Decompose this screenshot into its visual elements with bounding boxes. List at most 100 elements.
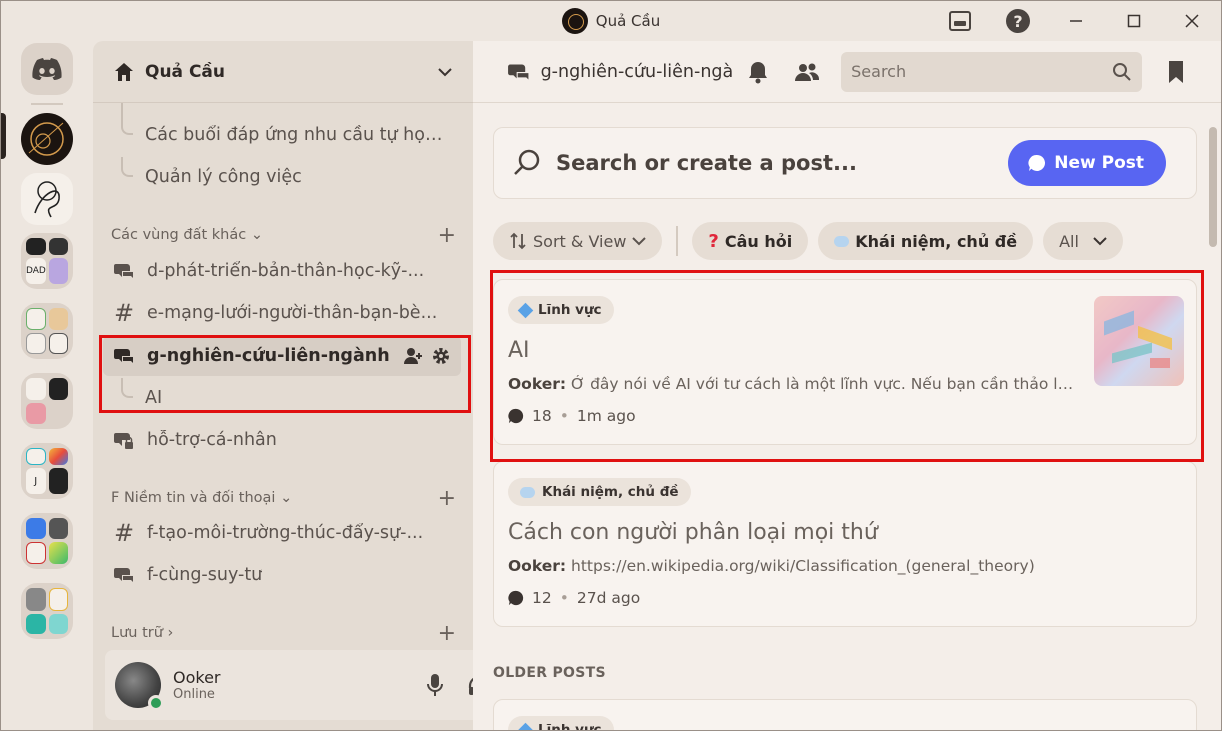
folder-4-icon-c: J [26, 468, 46, 494]
category-label: Lưu trữ › [111, 625, 174, 641]
post-thumbnail-image[interactable] [1094, 296, 1184, 386]
chevron-down-icon [632, 236, 647, 245]
folder-6-icon-a [26, 588, 46, 611]
post-excerpt: Ooker: Ở đây nói về AI với tư cách là mộ… [508, 375, 1078, 393]
home-icon [115, 62, 133, 81]
microphone-icon [427, 674, 443, 696]
channel-d-phat-trien[interactable]: d-phát-triển-bản-thân-học-kỹ-... [103, 251, 461, 291]
sort-view-label: Sort & View [533, 231, 627, 251]
category-cac-vung-dat-khac[interactable]: Các vùng đất khác ⌄ + [111, 223, 456, 248]
category-luu-tru[interactable]: Lưu trữ › + [111, 621, 456, 646]
microphone-button[interactable] [413, 663, 457, 707]
server-folder-3[interactable] [21, 373, 73, 429]
thread-task-management[interactable]: Quản lý công việc [119, 157, 459, 197]
maximize-icon [1127, 14, 1141, 28]
create-post-search-input[interactable]: Search or create a post... New Post [493, 127, 1197, 199]
saved-bookmarks-button[interactable] [1152, 52, 1201, 92]
folder-4-icon-a [26, 448, 46, 465]
minimize-icon [1070, 20, 1082, 22]
channel-f-cung-suy-tu[interactable]: f-cùng-suy-tư [103, 555, 461, 595]
tag-filter-question[interactable]: ? Câu hỏi [692, 222, 809, 260]
minimize-button[interactable] [1047, 1, 1105, 41]
server-rail: DAD J [1, 41, 93, 730]
channel-label: d-phát-triển-bản-thân-học-kỹ-... [147, 261, 425, 281]
chevron-down-icon [438, 67, 452, 76]
member-list-button[interactable] [782, 52, 831, 92]
help-icon: ? [1006, 9, 1030, 33]
create-post-placeholder: Search or create a post... [556, 151, 857, 175]
thread-self-study[interactable]: Các buổi đáp ứng nhu cầu tự học l... [119, 115, 459, 155]
reply-bubble-icon [508, 590, 524, 606]
help-button[interactable]: ? [989, 1, 1047, 41]
folder-2-icon-b [48, 308, 68, 330]
server-logo-icon [561, 8, 588, 34]
folder-3-icon-b [48, 378, 68, 400]
thread-branch [119, 157, 145, 197]
post-card-classification[interactable]: Khái niệm, chủ đề Cách con người phân lo… [493, 461, 1197, 627]
server-folder-1[interactable]: DAD [21, 233, 73, 289]
post-time: 27d ago [576, 589, 641, 607]
search-placeholder: Search [851, 62, 907, 81]
channel-ho-tro-ca-nhan[interactable]: hỗ-trợ-cá-nhân [103, 420, 461, 460]
channel-settings-gear-icon[interactable] [431, 346, 451, 366]
close-button[interactable] [1163, 1, 1221, 41]
header-channel-name: g-nghiên-cứu-liên-ngành [540, 61, 733, 82]
avatar[interactable] [115, 662, 164, 711]
create-channel-plus-icon[interactable]: + [438, 486, 456, 511]
channel-label: e-mạng-lưới-người-thân-bạn-bè... [147, 303, 438, 323]
folder-6-icon-b [48, 588, 68, 611]
server-folder-4[interactable]: J [21, 443, 73, 499]
post-meta: 18 • 1m ago [508, 407, 1182, 425]
direct-messages-button[interactable] [21, 43, 73, 95]
server-qua-cau[interactable] [21, 113, 73, 165]
thread-ai[interactable]: AI [119, 378, 459, 418]
user-info[interactable]: Ooker Online [173, 668, 413, 702]
search-icon [1112, 62, 1131, 81]
folder-5-icon-d [48, 541, 68, 564]
all-tags-dropdown[interactable]: All [1043, 222, 1123, 260]
server-folder-6[interactable] [21, 583, 73, 639]
search-input[interactable]: Search [841, 51, 1142, 92]
reply-bubble-icon [508, 408, 524, 424]
reply-count: 12 [532, 589, 552, 607]
thread-label: Các buổi đáp ứng nhu cầu tự học l... [145, 125, 450, 145]
notification-button[interactable] [733, 52, 782, 92]
tag-filter-concept[interactable]: Khái niệm, chủ đề [818, 222, 1034, 260]
category-niem-tin[interactable]: F Niềm tin và đối thoại ⌄ + [111, 486, 456, 511]
thread-label: AI [145, 388, 163, 408]
server-folder-5[interactable] [21, 513, 73, 569]
sort-view-button[interactable]: Sort & View [493, 222, 663, 260]
app-window: Quả Cầu ? DAD J Quả Cầu Các buổi đáp ứng… [0, 0, 1222, 731]
post-author: Ooker: [508, 557, 567, 575]
thread-branch [119, 115, 145, 155]
server-sketch[interactable] [21, 173, 73, 225]
create-channel-plus-icon[interactable]: + [438, 223, 456, 248]
forum-channel-icon [508, 64, 529, 79]
diamond-icon [517, 302, 534, 318]
post-card-partial[interactable]: Lĩnh vực [493, 699, 1197, 730]
forum-scrollbar[interactable] [1209, 127, 1217, 247]
forum-channel-icon [113, 564, 135, 586]
channel-list: Các buổi đáp ứng nhu cầu tự học l... Quả… [93, 103, 473, 648]
new-post-button[interactable]: New Post [1008, 140, 1166, 186]
invite-user-icon[interactable] [403, 347, 423, 365]
channel-f-tao-moi-truong[interactable]: # f-tạo-môi-trường-thúc-đẩy-sự-... [103, 513, 461, 553]
all-tags-label: All [1059, 231, 1079, 251]
folder-3-icon-c [26, 402, 46, 424]
filter-divider [676, 226, 679, 256]
create-channel-plus-icon[interactable]: + [438, 621, 456, 646]
maximize-button[interactable] [1105, 1, 1163, 41]
folder-4-icon-d [48, 468, 68, 494]
inbox-icon [949, 11, 971, 31]
folder-6-icon-d [48, 613, 68, 634]
channel-g-nghien-cuu[interactable]: g-nghiên-cứu-liên-ngành [103, 336, 461, 376]
inbox-button[interactable] [931, 1, 989, 41]
server-folder-2[interactable] [21, 303, 73, 359]
server-header[interactable]: Quả Cầu [93, 41, 473, 103]
window-title: Quả Cầu [595, 12, 661, 30]
post-tag: Khái niệm, chủ đề [508, 478, 691, 506]
channel-e-mang-luoi[interactable]: # e-mạng-lưới-người-thân-bạn-bè... [103, 293, 461, 333]
meta-separator: • [559, 407, 569, 425]
post-excerpt: Ooker: https://en.wikipedia.org/wiki/Cla… [508, 557, 1178, 575]
post-card-ai[interactable]: Lĩnh vực AI Ooker: Ở đây nói về AI với t… [493, 279, 1197, 445]
